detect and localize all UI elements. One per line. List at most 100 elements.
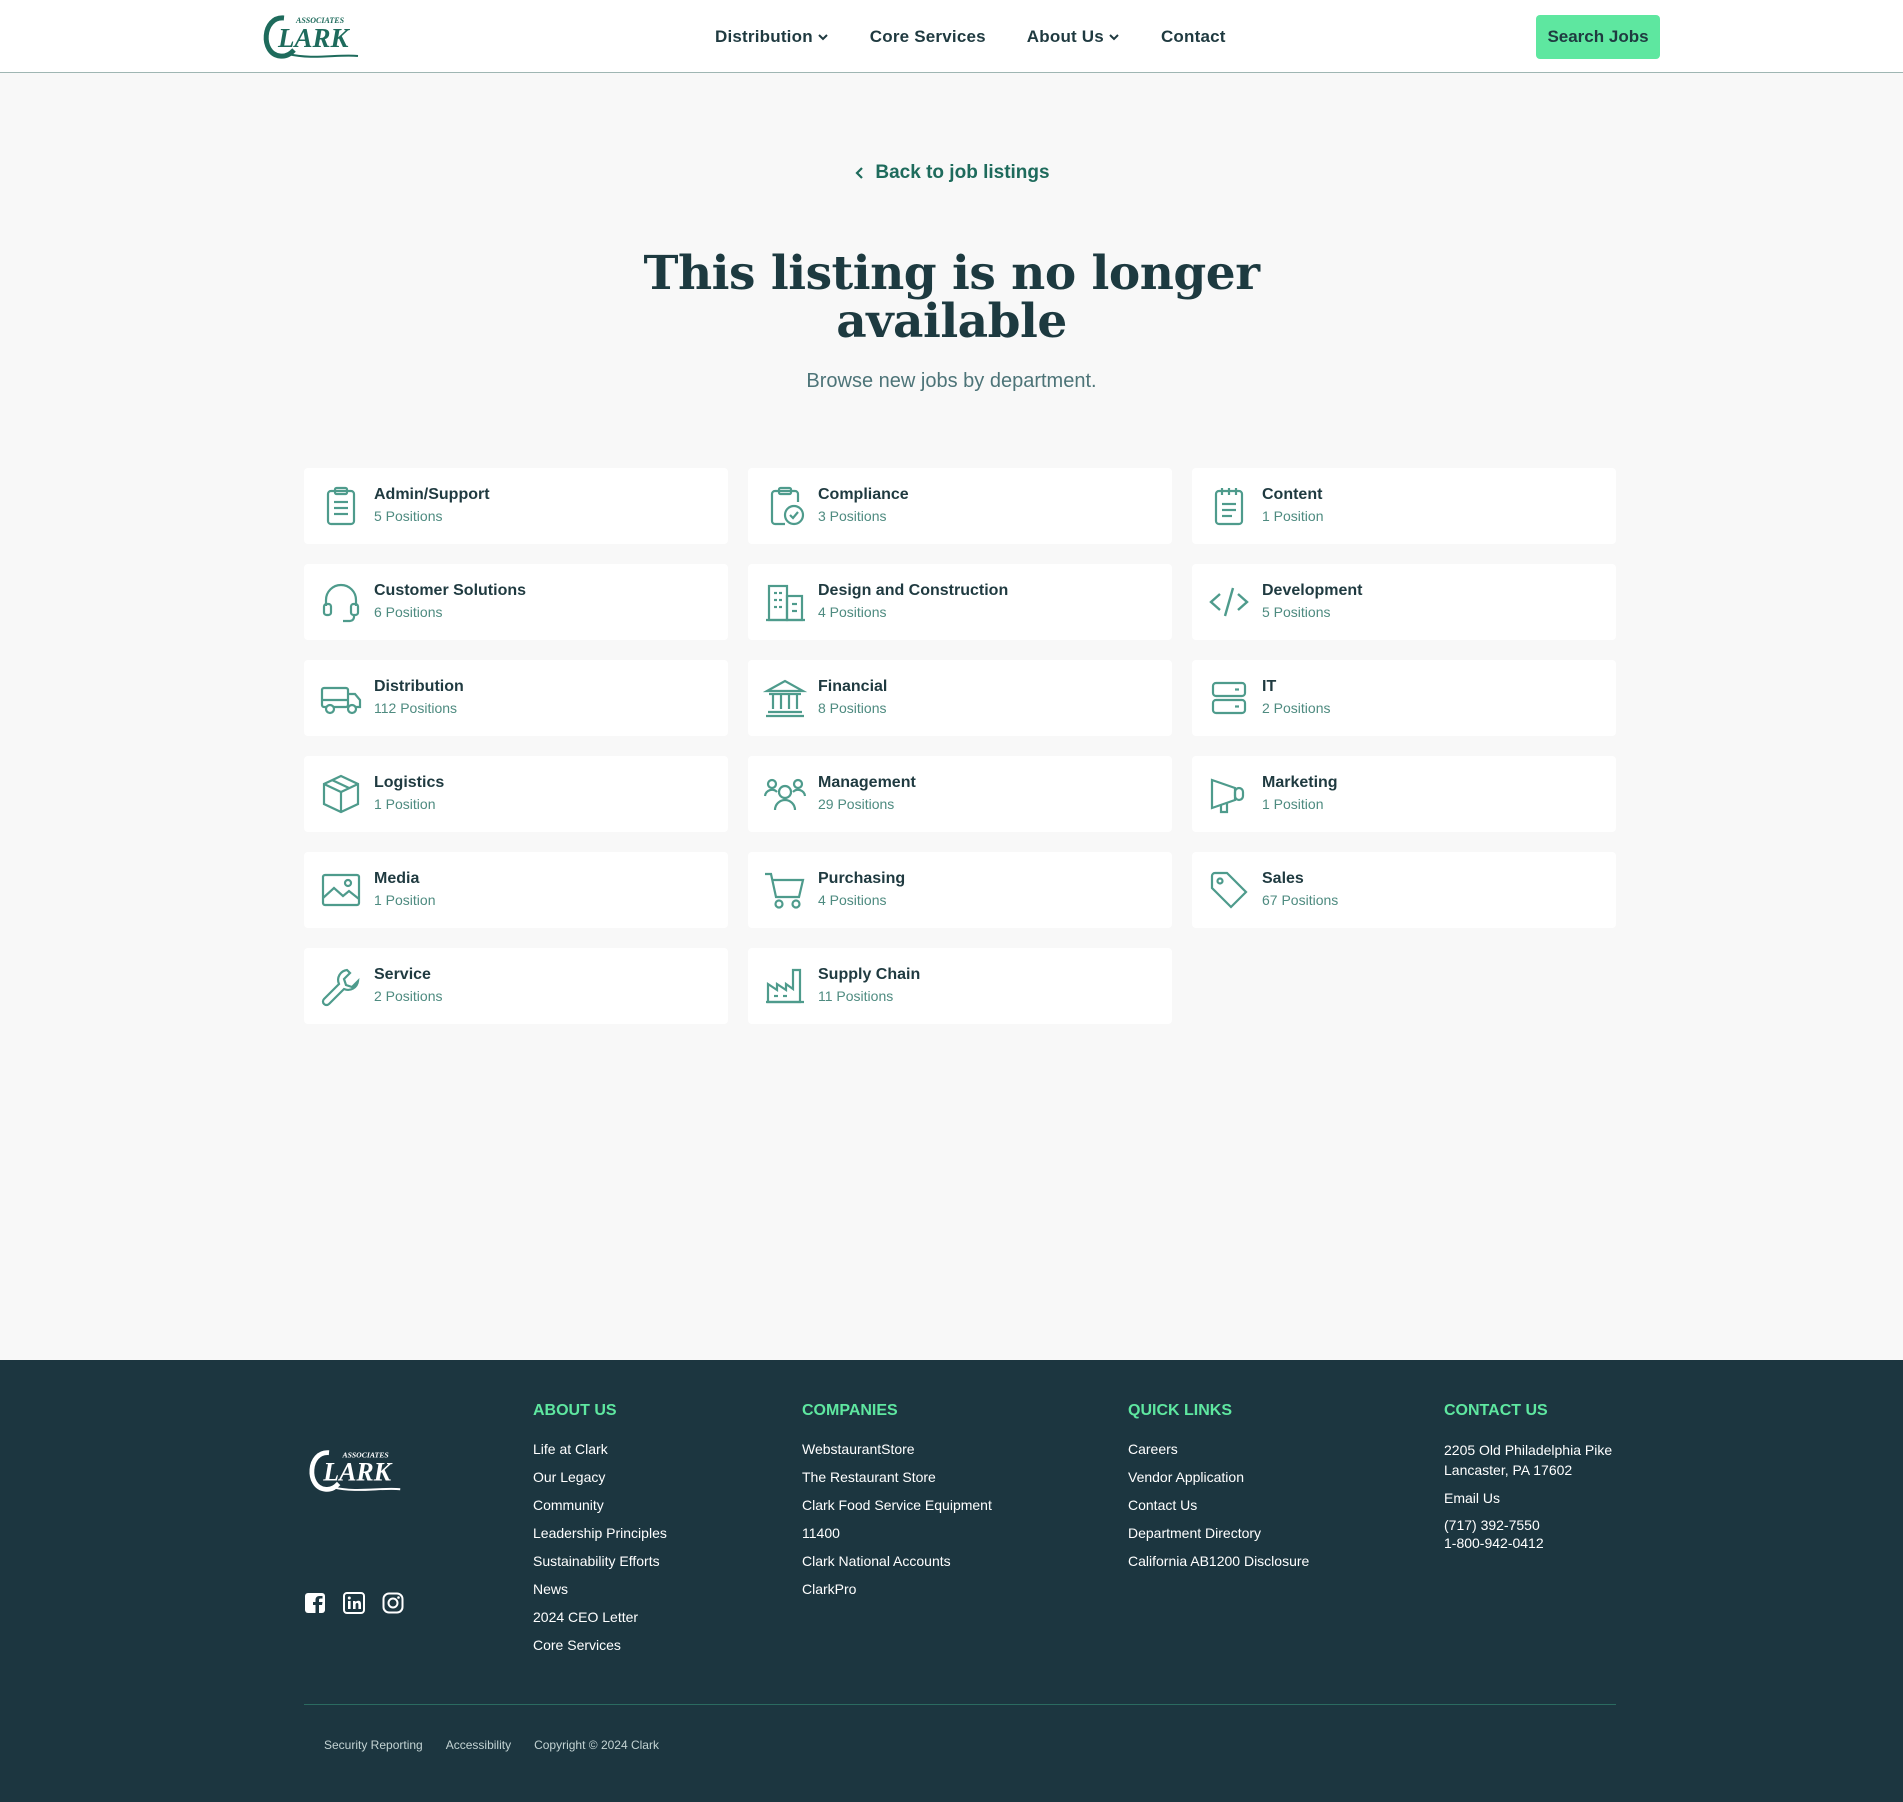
chevron-down-icon bbox=[818, 33, 828, 40]
page-title-line-1: This listing is no longer bbox=[643, 246, 1260, 301]
footer-link-webstaurantstore[interactable]: WebstaurantStore bbox=[802, 1440, 992, 1468]
footer-link-leadership-principles[interactable]: Leadership Principles bbox=[533, 1524, 667, 1552]
megaphone-icon bbox=[1207, 772, 1251, 816]
nav-distribution[interactable]: Distribution bbox=[715, 27, 829, 47]
footer-link-national-accounts[interactable]: Clark National Accounts bbox=[802, 1552, 992, 1580]
department-positions: 4 Positions bbox=[818, 892, 887, 908]
footer-contact-column: CONTACT US 2205 Old Philadelphia Pike La… bbox=[1444, 1402, 1612, 1552]
notepad-icon bbox=[1207, 484, 1251, 528]
footer-link-ab1200[interactable]: California AB1200 Disclosure bbox=[1128, 1552, 1309, 1580]
footer-divider bbox=[304, 1704, 1616, 1705]
department-grid: Admin/Support 5 Positions Compliance 3 P… bbox=[304, 468, 1616, 1024]
truck-icon bbox=[319, 676, 363, 720]
department-card-distribution[interactable]: Distribution 112 Positions bbox=[304, 660, 728, 736]
footer-link-department-directory[interactable]: Department Directory bbox=[1128, 1524, 1309, 1552]
department-name: Compliance bbox=[818, 486, 909, 503]
department-card-purchasing[interactable]: Purchasing 4 Positions bbox=[748, 852, 1172, 928]
department-card-marketing[interactable]: Marketing 1 Position bbox=[1192, 756, 1616, 832]
phone-local-link[interactable]: (717) 392-7550 bbox=[1444, 1516, 1612, 1534]
department-positions: 8 Positions bbox=[818, 700, 887, 716]
footer-link-our-legacy[interactable]: Our Legacy bbox=[533, 1468, 667, 1496]
footer-about-heading: ABOUT US bbox=[533, 1402, 617, 1419]
footer-link-sustainability[interactable]: Sustainability Efforts bbox=[533, 1552, 667, 1580]
department-positions: 4 Positions bbox=[818, 604, 887, 620]
footer-link-11400[interactable]: 11400 bbox=[802, 1524, 992, 1552]
nav-core-services[interactable]: Core Services bbox=[870, 27, 986, 47]
clark-logo[interactable]: ASSOCIATES LARK bbox=[258, 10, 364, 62]
department-name: Customer Solutions bbox=[374, 582, 527, 599]
clark-logo-footer[interactable]: ASSOCIATES LARK bbox=[304, 1444, 406, 1496]
department-card-content[interactable]: Content 1 Position bbox=[1192, 468, 1616, 544]
footer-link-clark-food-service[interactable]: Clark Food Service Equipment bbox=[802, 1496, 992, 1524]
department-positions: 1 Position bbox=[374, 796, 436, 812]
department-card-media[interactable]: Media 1 Position bbox=[304, 852, 728, 928]
department-card-development[interactable]: Development 5 Positions bbox=[1192, 564, 1616, 640]
footer-link-news[interactable]: News bbox=[533, 1580, 667, 1608]
image-icon bbox=[319, 868, 363, 912]
nav-distribution-label: Distribution bbox=[715, 26, 813, 46]
department-card-management[interactable]: Management 29 Positions bbox=[748, 756, 1172, 832]
department-name: Design and Construction bbox=[818, 582, 1009, 599]
footer-link-restaurant-store[interactable]: The Restaurant Store bbox=[802, 1468, 992, 1496]
department-card-logistics[interactable]: Logistics 1 Position bbox=[304, 756, 728, 832]
department-name: Logistics bbox=[374, 774, 445, 791]
footer-link-clarkpro[interactable]: ClarkPro bbox=[802, 1580, 992, 1608]
department-positions: 29 Positions bbox=[818, 796, 895, 812]
search-jobs-button[interactable]: Search Jobs bbox=[1536, 15, 1660, 59]
footer-link-community[interactable]: Community bbox=[533, 1496, 667, 1524]
svg-text:LARK: LARK bbox=[277, 23, 351, 53]
security-reporting-link[interactable]: Security Reporting bbox=[324, 1738, 423, 1752]
clipboard-icon bbox=[319, 484, 363, 528]
department-positions: 67 Positions bbox=[1262, 892, 1339, 908]
department-card-compliance[interactable]: Compliance 3 Positions bbox=[748, 468, 1172, 544]
department-card-service[interactable]: Service 2 Positions bbox=[304, 948, 728, 1024]
nav-core-services-label: Core Services bbox=[869, 26, 986, 46]
footer-link-contact-us[interactable]: Contact Us bbox=[1128, 1496, 1309, 1524]
department-name: Service bbox=[374, 966, 431, 983]
nav-contact[interactable]: Contact bbox=[1161, 27, 1226, 47]
department-name: Management bbox=[818, 774, 916, 791]
department-card-supply-chain[interactable]: Supply Chain 11 Positions bbox=[748, 948, 1172, 1024]
tag-icon bbox=[1207, 868, 1251, 912]
department-card-financial[interactable]: Financial 8 Positions bbox=[748, 660, 1172, 736]
clipboard-check-icon bbox=[763, 484, 807, 528]
footer-quick-links-column: QUICK LINKS Careers Vendor Application C… bbox=[1128, 1402, 1309, 1580]
wrench-icon bbox=[319, 964, 363, 1008]
department-positions: 6 Positions bbox=[374, 604, 443, 620]
address-line-1: 2205 Old Philadelphia Pike bbox=[1444, 1442, 1613, 1458]
department-card-admin-support[interactable]: Admin/Support 5 Positions bbox=[304, 468, 728, 544]
department-positions: 5 Positions bbox=[374, 508, 443, 524]
svg-text:LARK: LARK bbox=[322, 1458, 393, 1487]
phone-tollfree-link[interactable]: 1-800-942-0412 bbox=[1444, 1534, 1612, 1552]
box-icon bbox=[319, 772, 363, 816]
department-card-design-construction[interactable]: Design and Construction 4 Positions bbox=[748, 564, 1172, 640]
back-to-listings-link[interactable]: Back to job listings bbox=[853, 162, 1050, 184]
chevron-down-icon bbox=[1109, 33, 1119, 40]
department-name: Marketing bbox=[1262, 774, 1338, 791]
bank-icon bbox=[762, 676, 808, 720]
nav-contact-label: Contact bbox=[1160, 26, 1226, 46]
footer-link-ceo-letter[interactable]: 2024 CEO Letter bbox=[533, 1608, 667, 1636]
accessibility-link[interactable]: Accessibility bbox=[446, 1738, 511, 1752]
department-card-sales[interactable]: Sales 67 Positions bbox=[1192, 852, 1616, 928]
department-positions: 2 Positions bbox=[1262, 700, 1331, 716]
footer-link-vendor-application[interactable]: Vendor Application bbox=[1128, 1468, 1309, 1496]
department-name: Distribution bbox=[374, 678, 464, 695]
department-name: Supply Chain bbox=[818, 966, 921, 983]
department-name: Purchasing bbox=[818, 870, 906, 887]
footer-about-column: ABOUT US Life at Clark Our Legacy Commun… bbox=[533, 1402, 667, 1664]
instagram-icon[interactable] bbox=[382, 1592, 404, 1614]
footer-link-careers[interactable]: Careers bbox=[1128, 1440, 1309, 1468]
email-us-link[interactable]: Email Us bbox=[1444, 1489, 1612, 1507]
copyright-text: Copyright © 2024 Clark bbox=[534, 1738, 659, 1752]
department-card-it[interactable]: IT 2 Positions bbox=[1192, 660, 1616, 736]
footer-link-life-at-clark[interactable]: Life at Clark bbox=[533, 1440, 667, 1468]
linkedin-icon[interactable] bbox=[343, 1592, 365, 1614]
footer-link-core-services[interactable]: Core Services bbox=[533, 1636, 667, 1664]
department-positions: 11 Positions bbox=[818, 988, 894, 1004]
department-card-customer-solutions[interactable]: Customer Solutions 6 Positions bbox=[304, 564, 728, 640]
nav-about-us[interactable]: About Us bbox=[1027, 27, 1120, 47]
factory-icon bbox=[763, 964, 807, 1008]
facebook-icon[interactable] bbox=[304, 1592, 326, 1614]
department-name: Media bbox=[374, 870, 420, 887]
